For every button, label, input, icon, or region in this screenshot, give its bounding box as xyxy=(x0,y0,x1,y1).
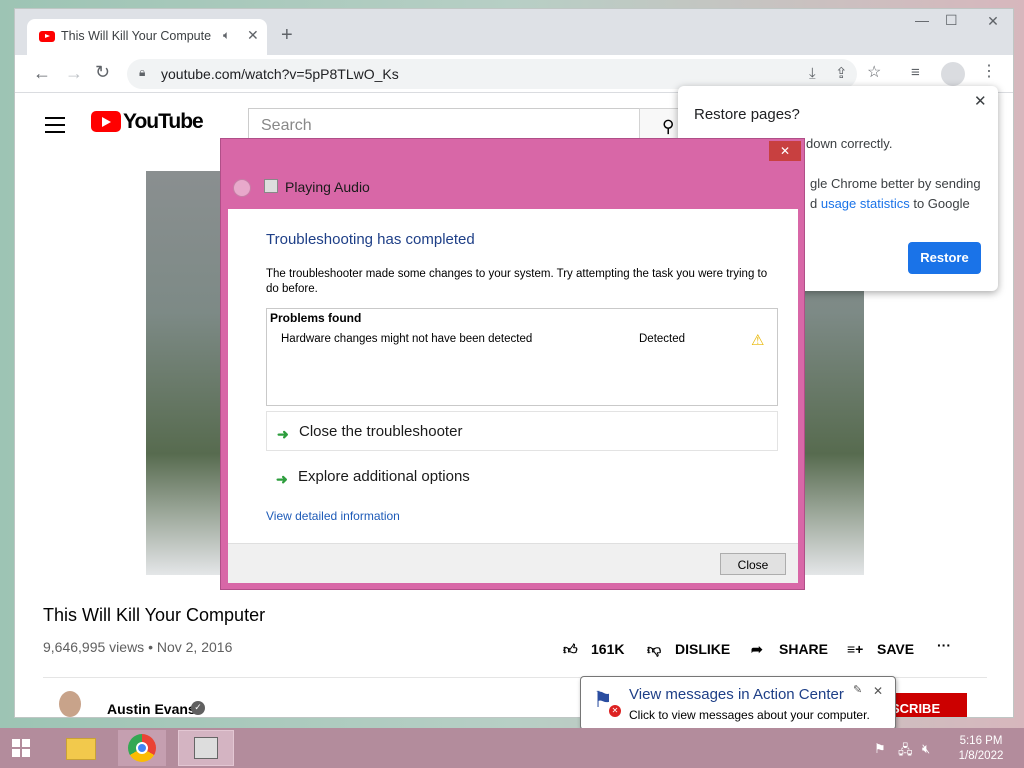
tab-youtube[interactable]: This Will Kill Your Computer 🔈︎ ✕ xyxy=(27,19,267,55)
like-count[interactable]: 161K xyxy=(591,641,624,657)
troubleshooter-window: ✕ Playing Audio Troubleshooting has comp… xyxy=(220,138,805,590)
volume-muted-tray-icon[interactable]: 🔇︎ xyxy=(922,741,930,757)
restore-title: Restore pages? xyxy=(694,106,800,123)
troubleshooting-heading: Troubleshooting has completed xyxy=(266,231,475,248)
close-button[interactable]: Close xyxy=(720,553,786,575)
dialog-content: Troubleshooting has completed The troubl… xyxy=(228,209,798,583)
new-tab-button[interactable]: + xyxy=(281,25,293,45)
chrome-icon-center xyxy=(136,742,148,754)
more-options-icon[interactable]: ··· xyxy=(937,637,951,653)
window-close-button[interactable]: ✕ xyxy=(971,9,1013,35)
green-arrow-icon: ➜ xyxy=(277,426,289,442)
url-text: youtube.com/watch?v=5pP8TLwO_Ks xyxy=(161,66,399,82)
share-button[interactable]: SHARE xyxy=(779,641,828,657)
restore-close-icon[interactable]: ✕ xyxy=(974,94,987,109)
back-arrow-icon[interactable] xyxy=(233,179,251,197)
chrome-menu-icon[interactable]: ⋮ xyxy=(981,64,997,80)
windows-logo-pane xyxy=(22,739,30,747)
start-button[interactable] xyxy=(0,730,48,766)
search-icon: ⚲ xyxy=(662,117,675,136)
tab-strip: This Will Kill Your Computer 🔈︎ ✕ + — ☐ … xyxy=(15,9,1013,55)
taskbar xyxy=(0,728,1024,768)
action-center-subtitle: Click to view messages about your comput… xyxy=(629,708,870,722)
explore-options-label: Explore additional options xyxy=(298,468,470,485)
action-center-tray-icon[interactable]: ⚑ xyxy=(874,741,886,757)
video-meta: 9,646,995 views • Nov 2, 2016 xyxy=(43,639,233,655)
pin-icon[interactable]: ✎ xyxy=(853,685,862,696)
clock-time: 5:16 PM xyxy=(959,735,1003,747)
address-bar[interactable]: 🔒︎ youtube.com/watch?v=5pP8TLwO_Ks ⤓ ⇪ ☆ xyxy=(127,59,881,89)
verified-icon: ✓ xyxy=(191,701,205,715)
back-button[interactable]: ← xyxy=(33,64,51,82)
youtube-logo-text[interactable]: YouTube xyxy=(123,110,204,134)
action-center-title: View messages in Action Center xyxy=(629,686,844,703)
tab-close-icon[interactable]: ✕ xyxy=(247,28,259,42)
error-badge-icon: ✕ xyxy=(609,705,621,717)
speaker-app-icon xyxy=(264,179,278,193)
taskbar-clock[interactable]: 5:16 PM 1/8/2022 xyxy=(950,734,1012,764)
problems-found-box: Problems found Hardware changes might no… xyxy=(266,308,778,406)
save-icon[interactable]: ≡+ xyxy=(847,641,863,657)
youtube-logo-icon[interactable] xyxy=(91,111,121,132)
tab-title: This Will Kill Your Computer xyxy=(61,29,211,43)
hamburger-menu-line xyxy=(45,124,65,126)
troubleshooter-taskbar-button[interactable] xyxy=(178,730,234,766)
windows-logo-icon xyxy=(12,739,20,747)
problem-status: Detected xyxy=(639,333,686,345)
dislike-icon[interactable]: 👎︎ xyxy=(647,641,661,658)
dialog-footer: Close xyxy=(228,543,798,583)
dialog-close-button[interactable]: ✕ xyxy=(769,141,801,161)
speaker-app-icon xyxy=(194,737,218,759)
hamburger-menu-line xyxy=(45,131,65,133)
maximize-button[interactable]: ☐ xyxy=(945,13,958,27)
save-button[interactable]: SAVE xyxy=(877,641,914,657)
windows-logo-pane xyxy=(12,749,20,757)
action-center-balloon[interactable]: ⚑ ✕ View messages in Action Center Click… xyxy=(580,676,896,730)
speaker-icon[interactable]: 🔈︎ xyxy=(223,29,230,41)
network-tray-icon[interactable]: 🖧︎ xyxy=(898,741,913,763)
video-title: This Will Kill Your Computer xyxy=(43,605,266,625)
share-arrow-icon[interactable]: ➦ xyxy=(751,641,763,658)
restore-body-line3-prefix: d xyxy=(810,196,821,211)
bookmark-star-icon[interactable]: ☆ xyxy=(867,65,881,81)
close-troubleshooter-label: Close the troubleshooter xyxy=(299,423,463,440)
problem-name: Hardware changes might not have been det… xyxy=(281,333,533,345)
warning-icon: ⚠ xyxy=(751,332,765,349)
clock-date: 1/8/2022 xyxy=(958,750,1004,762)
explore-options-option[interactable]: ➜ Explore additional options xyxy=(266,457,778,497)
install-icon[interactable]: ⤓ xyxy=(809,66,816,81)
restore-button[interactable]: Restore xyxy=(908,242,981,274)
hamburger-menu-icon[interactable] xyxy=(45,117,65,119)
channel-avatar[interactable] xyxy=(59,691,81,717)
balloon-close-icon[interactable]: ✕ xyxy=(873,685,883,697)
subscribe-button[interactable]: SCRIBE xyxy=(885,693,967,717)
usage-statistics-link[interactable]: usage statistics xyxy=(821,196,910,211)
channel-name[interactable]: Austin Evans xyxy=(107,701,196,717)
dialog-title: Playing Audio xyxy=(285,179,370,195)
problems-found-header: Problems found xyxy=(270,311,362,325)
chrome-taskbar-button[interactable] xyxy=(118,730,166,766)
troubleshooting-description: The troubleshooter made some changes to … xyxy=(266,268,768,295)
media-controls-icon[interactable]: ≡ xyxy=(911,65,920,80)
dislike-button[interactable]: DISLIKE xyxy=(675,641,730,657)
share-icon[interactable]: ⇪ xyxy=(835,66,848,81)
file-explorer-taskbar-button[interactable] xyxy=(56,730,104,766)
forward-button[interactable]: → xyxy=(65,64,83,82)
close-troubleshooter-option[interactable]: ➜ Close the troubleshooter xyxy=(266,411,778,451)
green-arrow-icon: ➜ xyxy=(276,471,288,487)
youtube-favicon-icon xyxy=(39,31,55,42)
windows-logo-pane xyxy=(22,749,30,757)
view-detailed-information-link[interactable]: View detailed information xyxy=(266,509,400,523)
restore-body-line3-suffix: to Google xyxy=(909,196,970,211)
folder-icon xyxy=(66,738,96,760)
reload-button[interactable]: ↻ xyxy=(95,63,110,81)
minimize-button[interactable]: — xyxy=(915,13,929,27)
like-icon[interactable]: 👍︎ xyxy=(563,641,578,658)
profile-avatar[interactable] xyxy=(941,62,965,86)
lock-icon[interactable]: 🔒︎ xyxy=(139,66,145,78)
